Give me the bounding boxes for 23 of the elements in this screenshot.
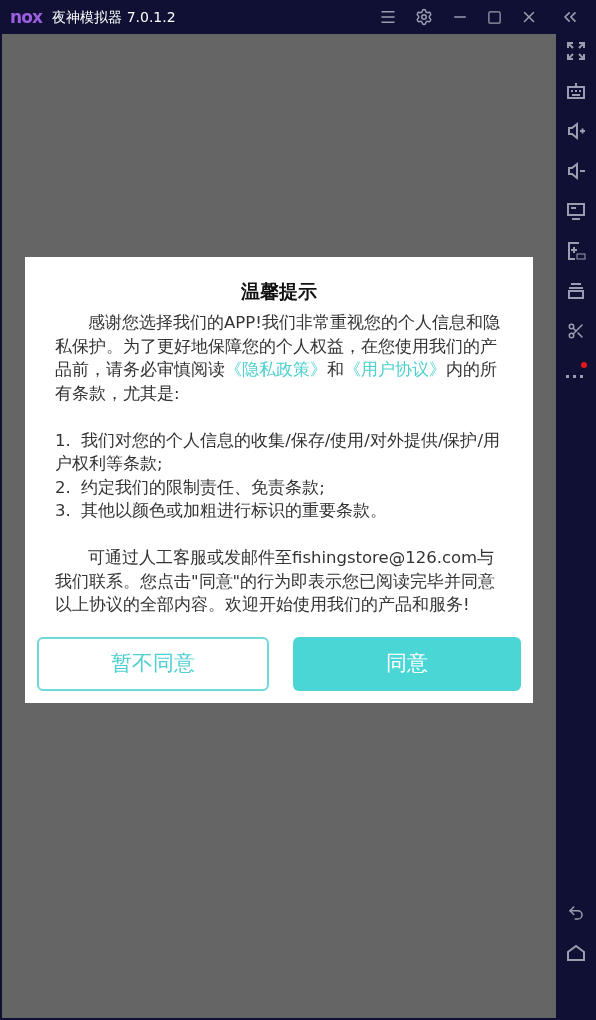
- contact-paragraph: 可通过人工客服或发邮件至fishingstore@126.com与我们联系。您点击"同意"的行为即表示您已阅读完毕并同意以上协议的全部内容。欢迎开始使用我们的产品和服务!: [55, 547, 497, 616]
- agree-button[interactable]: 同意: [293, 636, 521, 691]
- policy-link[interactable]: 《隐私政策》: [225, 360, 327, 379]
- decline-button[interactable]: 暂不同意: [37, 636, 269, 691]
- window-title: 夜神模拟器 7.0.1.2: [52, 7, 176, 27]
- volume-down-icon[interactable]: [565, 160, 587, 182]
- maximize-icon[interactable]: [487, 9, 502, 25]
- terms-item: 2. 约定我们的限制责任、免责条款;: [55, 476, 326, 499]
- layers-icon[interactable]: [565, 280, 587, 302]
- volume-up-icon[interactable]: [565, 120, 587, 142]
- terms-item: 3. 其他以颜色或加粗进行标识的重要条款。: [55, 500, 389, 522]
- settings-icon[interactable]: [415, 8, 433, 26]
- screen-icon[interactable]: [565, 200, 587, 222]
- fullscreen-icon[interactable]: [565, 40, 587, 62]
- terms-item: 1. 我们对您的个人信息的收集/保存/使用/对外提供/保护/用户权利等条款;: [55, 429, 502, 475]
- intro-paragraph: 感谢您选择我们的APP!我们非常重视您的个人信息和隐私保护。为了更好地保障您的个人权益，在您使用我们的产品前，请务必审慎阅读《隐私政策》和《用户协议》内的所有条款，尤其是:: [55, 312, 501, 405]
- home-icon[interactable]: [565, 942, 587, 964]
- keyboard-icon[interactable]: [565, 80, 587, 102]
- apk-icon[interactable]: [565, 240, 587, 262]
- menu-icon[interactable]: [379, 8, 397, 26]
- dialog-title: 温馨提示: [240, 279, 318, 304]
- logo: nox: [10, 8, 43, 26]
- policy-link[interactable]: 《用户协议》: [344, 360, 446, 379]
